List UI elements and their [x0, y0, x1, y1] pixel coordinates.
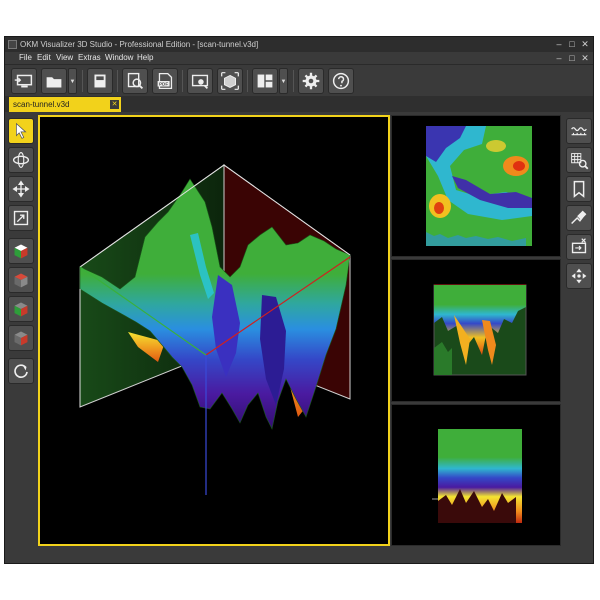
- menu-view[interactable]: View: [56, 52, 73, 64]
- scan-export-button[interactable]: [566, 234, 592, 260]
- open-file-button[interactable]: [41, 68, 67, 94]
- window-title: OKM Visualizer 3D Studio - Professional …: [20, 40, 259, 49]
- screenshot-button[interactable]: [187, 68, 213, 94]
- 3d-view-button[interactable]: [217, 68, 243, 94]
- grid-magnifier-icon: [571, 153, 589, 170]
- toolbar-separator: [293, 70, 294, 92]
- cube-side-icon: [14, 302, 28, 317]
- cube-select-icon: [221, 72, 239, 90]
- side-view-section: [432, 429, 522, 523]
- top-view-hotspot-1-core: [513, 161, 525, 171]
- view-iso-button[interactable]: [8, 238, 34, 264]
- menu-file[interactable]: File: [19, 52, 32, 64]
- mdi-minimize-button[interactable]: –: [553, 52, 565, 64]
- export-pdf-button[interactable]: PDF: [152, 68, 178, 94]
- left-tool-palette: [5, 114, 37, 554]
- top-view-hotspot-2-core: [434, 202, 444, 214]
- view-front-button[interactable]: [8, 325, 34, 351]
- print-preview-button[interactable]: [122, 68, 148, 94]
- folder-open-icon: [46, 77, 62, 88]
- 3d-scan-render: [79, 164, 351, 495]
- tab-close-icon[interactable]: ✕: [110, 100, 119, 109]
- scan-export-icon: [571, 238, 587, 254]
- zoom-box-tool-button[interactable]: [8, 205, 34, 231]
- bookmark-button[interactable]: [566, 176, 592, 202]
- minimize-button[interactable]: –: [553, 38, 565, 50]
- view-top-button[interactable]: [8, 267, 34, 293]
- menu-window[interactable]: Window: [105, 52, 133, 64]
- measure-pen-icon: [571, 210, 587, 225]
- document-tab-bar: scan-tunnel.v3d ✕: [5, 96, 593, 112]
- arrow-cursor-icon: [16, 122, 27, 139]
- cube-top-icon: [14, 273, 28, 288]
- layout-grid-icon: [257, 74, 273, 88]
- rotate-tool-button[interactable]: [8, 147, 34, 173]
- menu-bar: File Edit View Extras Window Help – □ ✕: [5, 52, 593, 64]
- magnifier-page-icon: [127, 72, 144, 90]
- grid-zoom-button[interactable]: [566, 147, 592, 173]
- rotate-3d-icon: [12, 152, 30, 168]
- toolbar-separator: [182, 70, 183, 92]
- top-view-hotspot-3: [486, 140, 506, 152]
- top-view-panel[interactable]: [391, 115, 561, 257]
- front-view-section: [433, 284, 527, 376]
- mdi-restore-button[interactable]: □: [566, 52, 578, 64]
- toolbar-separator: [117, 70, 118, 92]
- question-icon: [332, 72, 350, 90]
- bookmark-icon: [573, 180, 585, 198]
- restore-button[interactable]: □: [566, 38, 578, 50]
- top-view-heatmap: [426, 126, 532, 246]
- main-3d-viewport[interactable]: [38, 115, 390, 546]
- gear-icon: [302, 72, 320, 90]
- open-file-dropdown[interactable]: ▼: [68, 68, 77, 94]
- reset-icon: [14, 364, 28, 378]
- right-tool-palette: [563, 114, 595, 554]
- save-file-button[interactable]: [87, 68, 113, 94]
- pdf-export-icon: PDF: [157, 72, 173, 90]
- side-view-panel[interactable]: [391, 404, 561, 546]
- crosshair-arrows-icon: [571, 268, 587, 284]
- view-side-button[interactable]: [8, 296, 34, 322]
- monitor-import-icon: [14, 74, 33, 88]
- help-button[interactable]: [328, 68, 354, 94]
- move-arrows-icon: [12, 180, 30, 198]
- toolbar-separator: [82, 70, 83, 92]
- front-view-panel[interactable]: [391, 259, 561, 402]
- main-toolbar: ▼ PDF ▼: [5, 64, 593, 97]
- zoom-box-icon: [13, 210, 29, 226]
- select-tool-button[interactable]: [8, 118, 34, 144]
- layout-button[interactable]: [252, 68, 278, 94]
- reset-view-button[interactable]: [8, 358, 34, 384]
- app-window: OKM Visualizer 3D Studio - Professional …: [4, 36, 594, 564]
- toolbar-separator: [247, 70, 248, 92]
- layout-dropdown[interactable]: ▼: [279, 68, 288, 94]
- app-logo-icon: [8, 40, 17, 49]
- title-bar: OKM Visualizer 3D Studio - Professional …: [5, 37, 593, 52]
- cube-iso-icon: [14, 244, 28, 259]
- move-tool-button[interactable]: [8, 176, 34, 202]
- center-view-button[interactable]: [566, 263, 592, 289]
- camera-screen-icon: [191, 74, 209, 89]
- close-button[interactable]: ✕: [579, 38, 591, 50]
- settings-button[interactable]: [298, 68, 324, 94]
- import-scan-button[interactable]: [11, 68, 37, 94]
- scan-line-button[interactable]: [566, 118, 592, 144]
- menu-help[interactable]: Help: [137, 52, 153, 64]
- tab-scan-tunnel[interactable]: scan-tunnel.v3d ✕: [9, 97, 121, 112]
- disk-icon: [94, 74, 106, 88]
- wave-ruler-icon: [571, 127, 587, 136]
- measure-button[interactable]: [566, 205, 592, 231]
- tab-label: scan-tunnel.v3d: [13, 100, 70, 109]
- menu-edit[interactable]: Edit: [37, 52, 51, 64]
- menu-extras[interactable]: Extras: [78, 52, 101, 64]
- pdf-label: PDF: [159, 82, 168, 87]
- cube-front-icon: [14, 331, 28, 346]
- mdi-close-button[interactable]: ✕: [579, 52, 591, 64]
